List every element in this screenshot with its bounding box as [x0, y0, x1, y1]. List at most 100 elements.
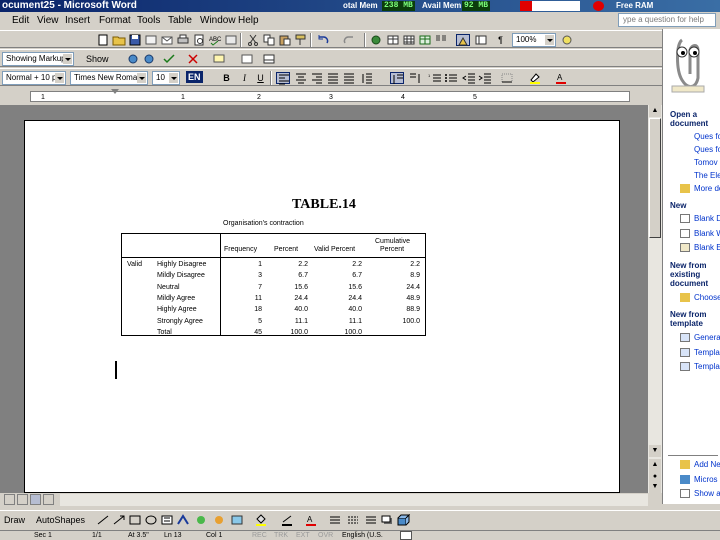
increase-indent-icon[interactable]: [478, 72, 492, 84]
show-hide-icon[interactable]: ¶: [494, 34, 507, 46]
dash-style-icon[interactable]: [346, 514, 360, 526]
horizontal-ruler[interactable]: 1 1 2 3 4 5: [0, 88, 662, 105]
next-change-icon[interactable]: [142, 53, 156, 65]
bold-button[interactable]: B: [220, 72, 233, 84]
ltr-icon[interactable]: [390, 72, 404, 84]
copy-icon[interactable]: [262, 34, 276, 46]
reviewing-pane-icon[interactable]: [262, 53, 276, 65]
permission-icon[interactable]: [144, 34, 158, 46]
status-record[interactable]: REC: [252, 531, 267, 540]
open-icon[interactable]: [112, 34, 126, 46]
font-size-select[interactable]: 10: [152, 71, 180, 85]
distributed-icon[interactable]: [342, 72, 356, 84]
office-help-link[interactable]: Micros: [694, 475, 718, 484]
hyperlink-icon[interactable]: [370, 34, 384, 46]
markup-select[interactable]: Showing Markup: [2, 52, 74, 66]
alert-icon[interactable]: [593, 1, 604, 11]
insert-excel-icon[interactable]: [418, 34, 432, 46]
bullets-icon[interactable]: [444, 72, 458, 84]
clip-art-icon[interactable]: [212, 514, 226, 526]
language-indicator[interactable]: EN: [186, 71, 203, 83]
chevron-down-icon[interactable]: [63, 54, 72, 64]
print-layout-button[interactable]: [30, 494, 41, 505]
research-icon[interactable]: [224, 34, 238, 46]
show-menu[interactable]: Show: [86, 53, 109, 65]
columns-icon[interactable]: [434, 34, 448, 46]
menu-edit[interactable]: Edit: [12, 14, 29, 27]
scroll-thumb[interactable]: [649, 118, 661, 238]
email-icon[interactable]: [160, 34, 174, 46]
tables-borders-icon[interactable]: [386, 34, 400, 46]
align-center-icon[interactable]: [294, 72, 308, 84]
templates-website-link[interactable]: Templa: [694, 348, 720, 357]
reject-change-icon[interactable]: [186, 53, 200, 65]
paste-icon[interactable]: [278, 34, 292, 46]
zoom-select[interactable]: 100%: [512, 33, 556, 47]
print-preview-icon[interactable]: [192, 34, 206, 46]
redo-icon[interactable]: [342, 34, 356, 46]
textbox-tool-icon[interactable]: [160, 514, 174, 526]
general-templates-link[interactable]: Genera: [694, 333, 720, 342]
italic-button[interactable]: I: [238, 72, 251, 84]
drawing-icon[interactable]: [456, 34, 470, 46]
checkbox-icon[interactable]: [680, 489, 690, 498]
format-painter-icon[interactable]: [294, 34, 308, 46]
doc-map-icon[interactable]: [474, 34, 488, 46]
outline-view-button[interactable]: [43, 494, 54, 505]
next-page-icon[interactable]: ▼: [649, 481, 661, 493]
help-icon[interactable]: [560, 34, 574, 46]
normal-view-button[interactable]: [4, 494, 15, 505]
3d-style-icon[interactable]: [396, 514, 410, 526]
templates-online-link[interactable]: Templa: [694, 362, 720, 371]
recent-file-link[interactable]: Tomov: [694, 158, 718, 167]
chevron-down-icon[interactable]: [169, 73, 178, 83]
blank-web-page-link[interactable]: Blank W: [694, 229, 720, 238]
print-icon[interactable]: [176, 34, 190, 46]
vertical-scrollbar[interactable]: ▲ ▼ ▲ ● ▼: [648, 105, 662, 493]
spelling-icon[interactable]: ABC: [208, 34, 222, 46]
previous-page-icon[interactable]: ▲: [649, 459, 661, 471]
menu-window[interactable]: Window: [200, 14, 236, 27]
line-spacing-icon[interactable]: [360, 72, 374, 84]
line-color-icon[interactable]: [280, 514, 294, 526]
arrow-tool-icon[interactable]: [112, 514, 126, 526]
undo-icon[interactable]: [316, 34, 330, 46]
scroll-up-icon[interactable]: ▲: [649, 105, 661, 117]
style-select[interactable]: Normal + 10 pt: [2, 71, 66, 85]
menu-format[interactable]: Format: [99, 14, 131, 27]
rtl-icon[interactable]: [408, 72, 422, 84]
diagram-icon[interactable]: [194, 514, 208, 526]
chevron-down-icon[interactable]: [137, 73, 146, 83]
chevron-down-icon[interactable]: [55, 73, 64, 83]
horizontal-scrollbar[interactable]: [60, 494, 648, 506]
track-changes-icon[interactable]: [240, 53, 254, 65]
font-select[interactable]: Times New Roman: [70, 71, 148, 85]
recent-file-link[interactable]: Ques for: [694, 132, 720, 141]
fill-color-icon[interactable]: [254, 514, 268, 526]
new-icon[interactable]: [96, 34, 110, 46]
recent-file-link[interactable]: Ques for: [694, 145, 720, 154]
line-tool-icon[interactable]: [96, 514, 110, 526]
insert-table-icon[interactable]: [402, 34, 416, 46]
new-comment-icon[interactable]: [212, 53, 226, 65]
wordart-icon[interactable]: [176, 514, 190, 526]
font-color-icon[interactable]: A: [554, 72, 568, 84]
status-extend[interactable]: EXT: [296, 531, 310, 540]
arrow-style-icon[interactable]: [364, 514, 378, 526]
document-page[interactable]: TABLE.14 Organisation's contraction Cumu…: [24, 120, 620, 493]
web-view-button[interactable]: [17, 494, 28, 505]
picture-icon[interactable]: [230, 514, 244, 526]
shadow-style-icon[interactable]: [380, 514, 394, 526]
menu-view[interactable]: View: [37, 14, 59, 27]
borders-icon[interactable]: [500, 72, 514, 84]
more-documents-link[interactable]: More do: [694, 184, 720, 193]
align-left-icon[interactable]: [276, 72, 290, 85]
numbering-icon[interactable]: 1: [428, 72, 442, 84]
choose-document-link[interactable]: Choose: [694, 293, 720, 302]
draw-menu[interactable]: Draw: [4, 514, 25, 526]
recent-file-link[interactable]: The Ele: [694, 171, 720, 180]
rectangle-tool-icon[interactable]: [128, 514, 142, 526]
draw-font-color-icon[interactable]: A: [304, 514, 318, 526]
save-icon[interactable]: [128, 34, 142, 46]
scroll-down-icon[interactable]: ▼: [649, 445, 661, 457]
